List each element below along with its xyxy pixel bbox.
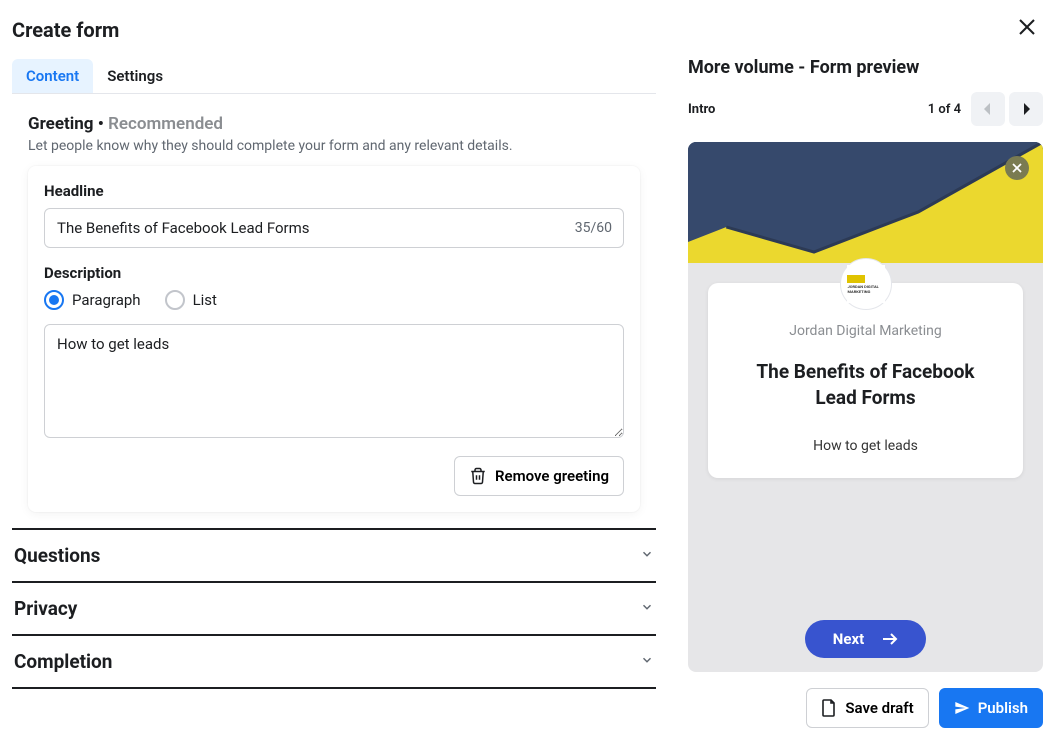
tab-settings[interactable]: Settings — [93, 59, 177, 93]
preview-prev-button[interactable] — [971, 92, 1005, 126]
accordion-questions[interactable]: Questions — [12, 530, 656, 583]
accordion-completion[interactable]: Completion — [12, 636, 656, 689]
preview-page-indicator: 1 of 4 — [928, 102, 961, 117]
caret-left-icon — [983, 103, 993, 115]
publish-button[interactable]: Publish — [939, 688, 1043, 728]
arrow-right-icon — [882, 632, 898, 646]
greeting-description: Let people know why they should complete… — [28, 138, 640, 154]
greeting-title: Greeting — [28, 114, 94, 134]
publish-label: Publish — [978, 699, 1028, 717]
preview-close-button[interactable] — [1005, 156, 1029, 180]
preview-box: JORDAN DIGITAL MARKETING Jordan Digital … — [688, 142, 1043, 672]
radio-paragraph[interactable]: Paragraph — [44, 290, 141, 310]
save-draft-label: Save draft — [845, 699, 913, 717]
radio-list[interactable]: List — [165, 290, 217, 310]
description-label: Description — [44, 264, 624, 282]
remove-greeting-label: Remove greeting — [495, 467, 609, 485]
file-icon — [821, 699, 837, 717]
preview-card: Jordan Digital Marketing The Benefits of… — [708, 283, 1023, 478]
radio-paragraph-label: Paragraph — [72, 291, 141, 309]
accordion-privacy[interactable]: Privacy — [12, 583, 656, 636]
chevron-down-icon — [640, 653, 654, 671]
description-textarea[interactable] — [44, 324, 624, 438]
radio-paragraph-indicator — [44, 290, 64, 310]
trash-icon — [469, 467, 487, 485]
save-draft-button[interactable]: Save draft — [806, 688, 928, 728]
preview-next-button[interactable] — [1009, 92, 1043, 126]
greeting-section-header: Greeting • Recommended Let people know w… — [12, 94, 656, 166]
send-icon — [954, 700, 970, 716]
greeting-card: Headline 35/60 Description Paragraph Lis… — [28, 166, 640, 512]
headline-input[interactable] — [44, 208, 624, 248]
preview-form-next-button[interactable]: Next — [805, 620, 926, 658]
preview-desc: How to get leads — [726, 438, 1005, 454]
headline-label: Headline — [44, 182, 624, 200]
close-button[interactable] — [1011, 15, 1043, 45]
radio-list-indicator — [165, 290, 185, 310]
tabs-bar: Content Settings — [12, 53, 656, 94]
headline-char-count: 35/60 — [575, 220, 612, 236]
chevron-down-icon — [640, 600, 654, 618]
preview-title: More volume - Form preview — [688, 57, 1043, 78]
preview-step-label: Intro — [688, 102, 715, 117]
preview-brand: Jordan Digital Marketing — [726, 323, 1005, 339]
accordion-completion-label: Completion — [14, 650, 112, 673]
preview-avatar: JORDAN DIGITAL MARKETING — [840, 258, 892, 310]
radio-list-label: List — [193, 291, 217, 309]
close-icon — [1011, 162, 1023, 174]
accordion-privacy-label: Privacy — [14, 597, 77, 620]
close-icon — [1017, 17, 1037, 37]
preview-headline: The Benefits of Facebook Lead Forms — [726, 359, 1005, 410]
remove-greeting-button[interactable]: Remove greeting — [454, 456, 624, 496]
accordion-questions-label: Questions — [14, 544, 100, 567]
preview-avatar-text: JORDAN DIGITAL MARKETING — [848, 284, 885, 294]
preview-banner — [688, 142, 1043, 263]
recommended-label: Recommended — [108, 114, 223, 134]
preview-next-label: Next — [833, 630, 864, 648]
chevron-down-icon — [640, 547, 654, 565]
page-title: Create form — [12, 18, 119, 42]
separator: • — [98, 114, 108, 134]
caret-right-icon — [1021, 103, 1031, 115]
tab-content[interactable]: Content — [12, 59, 93, 93]
